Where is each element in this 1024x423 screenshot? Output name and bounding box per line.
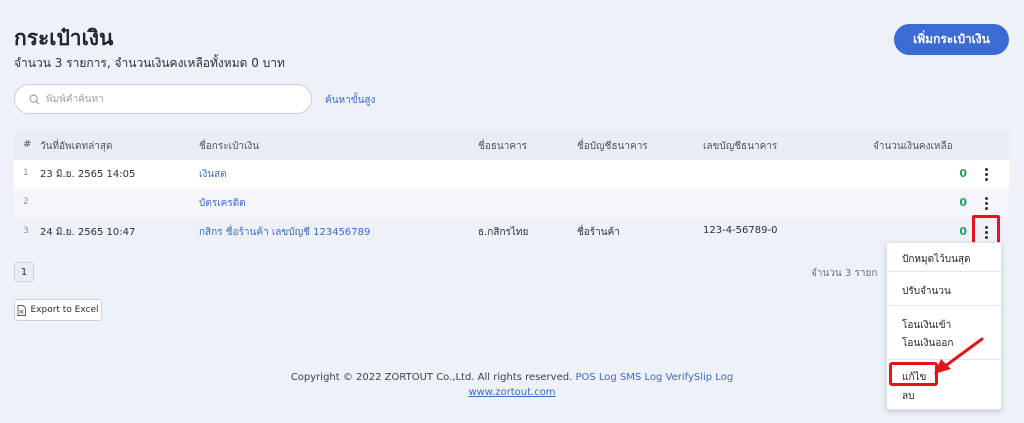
row-index: 2 [23, 197, 29, 207]
header-name[interactable]: ชื่อกระเป๋าเงิน [199, 139, 259, 154]
table-row: 2 บัตรเครดิต 0 [14, 189, 1009, 218]
row-index: 3 [23, 226, 29, 236]
export-excel-button[interactable]: Export to Excel [14, 299, 102, 321]
menu-divider [887, 271, 1001, 272]
pagination-page[interactable]: 1 [14, 262, 34, 282]
header-account-name[interactable]: ชื่อบัญชีธนาคาร [577, 139, 648, 154]
menu-item-transfer-in[interactable]: โอนเงินเข้า [902, 318, 951, 333]
menu-item-pin-top[interactable]: ปักหมุดไว้บนสุด [902, 252, 971, 267]
header-updated[interactable]: วันที่อัพเดทล่าสุด [40, 139, 113, 154]
header-account-no[interactable]: เลขบัญชีธนาคาร [703, 139, 777, 154]
table-row: 3 24 มิ.ย. 2565 10:47 กสิกร ชื่อร้านค้า … [14, 218, 1009, 247]
row-updated: 24 มิ.ย. 2565 10:47 [40, 227, 136, 238]
footer-link-pos[interactable]: POS [575, 372, 595, 383]
row-balance: 0 [959, 225, 967, 238]
header-index: # [23, 139, 32, 150]
row-bank: ธ.กสิกรไทย [478, 227, 529, 238]
advanced-search-link[interactable]: ค้นหาขั้นสูง [325, 93, 375, 108]
record-count: จำนวน 3 รายก [811, 268, 878, 279]
row-updated: 23 มิ.ย. 2565 14:05 [40, 169, 136, 180]
table-header: # วันที่อัพเดทล่าสุด ชื่อกระเป๋าเงิน ชื่… [14, 130, 1009, 160]
row-wallet-name[interactable]: บัตรเครดิต [199, 196, 246, 211]
row-balance: 0 [959, 167, 967, 180]
header-balance[interactable]: จำนวนเงินคงเหลือ [873, 139, 953, 154]
menu-item-delete[interactable]: ลบ [902, 389, 914, 404]
row-balance: 0 [959, 196, 967, 209]
row-menu-icon[interactable] [981, 165, 991, 183]
search-input[interactable] [46, 93, 286, 105]
page-subtitle: จำนวน 3 รายการ, จำนวนเงินคงเหลือทั้งหมด … [14, 56, 285, 70]
row-menu-icon[interactable] [981, 194, 991, 212]
footer-link-log[interactable]: Log [599, 372, 617, 383]
page-title: กระเป๋าเงิน [14, 26, 114, 50]
arrow-annotation-icon [934, 337, 984, 374]
row-account-name: ชื่อร้านค้า [577, 227, 620, 238]
search-icon [29, 94, 40, 105]
row-wallet-name[interactable]: เงินสด [199, 167, 227, 182]
table-row: 1 23 มิ.ย. 2565 14:05 เงินสด 0 [14, 160, 1009, 189]
row-account-no: 123-4-56789-0 [703, 225, 778, 236]
row-wallet-name[interactable]: กสิกร ชื่อร้านค้า เลขบัญชี 123456789 [199, 225, 370, 240]
row-index: 1 [23, 168, 29, 178]
copyright-text: Copyright © 2022 ZORTOUT Co.,Ltd. All ri… [290, 372, 573, 383]
footer: Copyright © 2022 ZORTOUT Co.,Ltd. All ri… [0, 370, 1024, 400]
header-bank[interactable]: ชื่อธนาคาร [478, 139, 527, 154]
footer-link-verifyslip-log[interactable]: VerifySlip Log [666, 372, 734, 383]
footer-site-link[interactable]: www.zortout.com [468, 387, 555, 398]
add-wallet-button[interactable]: เพิ่มกระเป๋าเงิน [894, 24, 1009, 55]
menu-item-adjust-amount[interactable]: ปรับจำนวน [902, 284, 951, 299]
search-box[interactable] [14, 84, 312, 114]
file-icon [18, 304, 27, 316]
export-label: Export to Excel [30, 305, 99, 315]
menu-divider [887, 305, 1001, 306]
footer-link-sms-log[interactable]: SMS Log [620, 372, 662, 383]
